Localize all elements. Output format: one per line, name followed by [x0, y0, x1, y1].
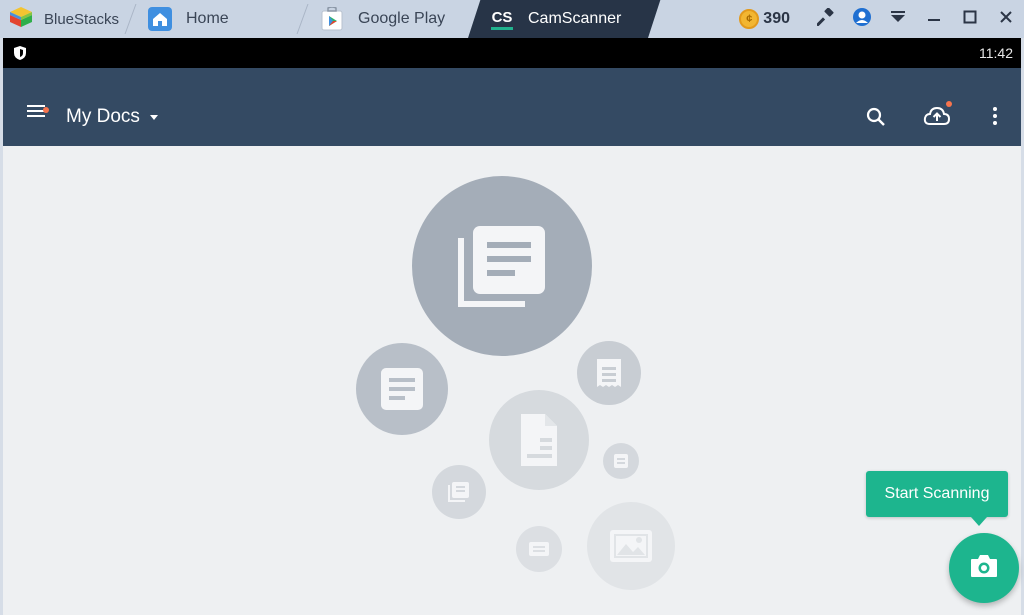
- search-button[interactable]: [865, 106, 887, 133]
- tab-google-play-label: Google Play: [358, 10, 446, 27]
- start-scanning-label: Start Scanning: [884, 485, 990, 502]
- id-card-icon: [516, 526, 562, 572]
- minimize-button[interactable]: [916, 0, 952, 38]
- dropdown-icon: [890, 10, 906, 29]
- camscanner-icon-text: CS: [491, 8, 513, 26]
- documents-stack-icon: [412, 176, 592, 356]
- account-button[interactable]: [844, 0, 880, 38]
- notification-dot: [43, 107, 49, 113]
- camera-scan-button[interactable]: [949, 533, 1019, 603]
- tab-google-play[interactable]: Google Play: [300, 0, 475, 38]
- notification-dot: [946, 101, 952, 107]
- camscanner-icon: CS: [490, 7, 514, 31]
- android-status-bar: 11:42: [0, 38, 1024, 68]
- maximize-button[interactable]: [952, 0, 988, 38]
- image-icon: [587, 502, 675, 590]
- maximize-icon: [963, 10, 977, 29]
- app-toolbar: My Docs: [0, 68, 1024, 146]
- hammer-icon: [815, 6, 835, 31]
- bluestacks-logo-icon: [8, 5, 34, 34]
- account-icon: [852, 7, 872, 32]
- tab-camscanner-label: CamScanner: [528, 10, 622, 27]
- dropdown-button[interactable]: [880, 0, 916, 38]
- search-icon: [865, 107, 887, 132]
- docs-folder-dropdown[interactable]: My Docs: [66, 106, 158, 128]
- close-icon: [999, 10, 1013, 29]
- tab-home-label: Home: [186, 10, 229, 27]
- camera-icon: [969, 553, 999, 584]
- more-options-button[interactable]: [991, 106, 999, 131]
- cloud-upload-icon: [923, 106, 951, 131]
- coin-count: 390: [763, 10, 790, 27]
- camscanner-icon-underline: [491, 26, 513, 30]
- page-title: My Docs: [66, 106, 140, 127]
- google-play-icon: [320, 7, 344, 31]
- tab-home[interactable]: Home: [128, 0, 308, 38]
- tab-camscanner[interactable]: CS CamScanner: [468, 0, 661, 38]
- documents-list-area: [0, 146, 1024, 615]
- start-scanning-tooltip: Start Scanning: [866, 471, 1008, 517]
- receipt-icon: [577, 341, 641, 405]
- small-note-icon: [603, 443, 639, 479]
- note-icon: [356, 343, 448, 435]
- coin-icon: ¢: [739, 9, 760, 29]
- bluestacks-label: BlueStacks: [44, 10, 120, 28]
- close-button[interactable]: [988, 0, 1024, 38]
- file-document-icon: [489, 390, 589, 490]
- shield-icon: [13, 45, 27, 66]
- cloud-sync-button[interactable]: [923, 105, 951, 132]
- tooltip-tail: [971, 517, 987, 526]
- small-documents-icon: [432, 465, 486, 519]
- hammer-button[interactable]: [808, 0, 844, 38]
- caret-down-icon: [149, 114, 158, 120]
- coin-balance[interactable]: ¢ 390: [739, 9, 790, 29]
- window-controls: ¢ 390: [739, 0, 1024, 38]
- home-icon: [148, 7, 172, 31]
- minimize-icon: [927, 10, 941, 29]
- more-vert-icon: [991, 107, 999, 130]
- status-time: 11:42: [979, 45, 1013, 61]
- bluestacks-brand: BlueStacks: [0, 0, 140, 38]
- window-titlebar: BlueStacks Home Google Play CS CamScanne…: [0, 0, 1024, 38]
